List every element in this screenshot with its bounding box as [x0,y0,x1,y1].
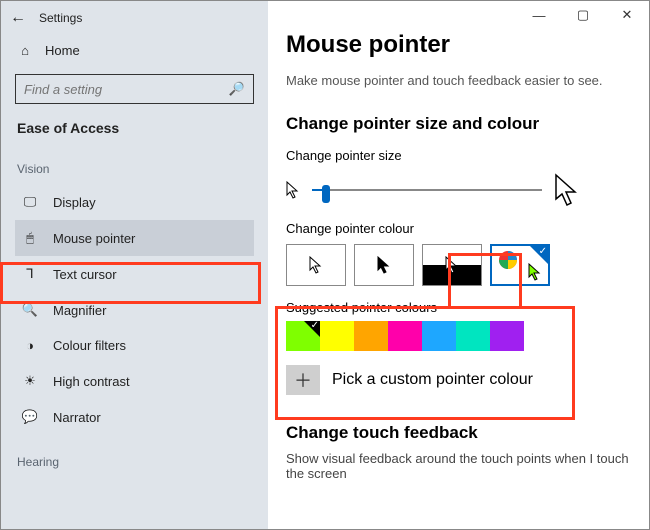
back-button[interactable]: ← [1,9,35,27]
touch-feedback-desc: Show visual feedback around the touch po… [286,451,631,481]
nav-display[interactable]: 🖵 Display [15,184,254,220]
search-box[interactable]: 🔎 [15,74,254,104]
app-title: Settings [39,11,82,25]
text-cursor-icon: Ꞁ [21,266,39,282]
mouse-pointer-icon: 🖱 [21,230,39,246]
nav-label: Colour filters [53,338,126,353]
section-touch-feedback: Change touch feedback [286,423,631,443]
narrator-icon: 💬 [21,409,39,425]
cursor-small-icon [286,181,300,199]
category-vision: Vision [17,162,254,176]
high-contrast-icon: ☀ [21,373,39,389]
colour-wheel-icon [498,250,522,274]
colour-filters-icon: ◑ [21,338,39,353]
suggested-colours [286,321,631,351]
nav-label: Magnifier [53,303,106,318]
nav-label: High contrast [53,374,130,389]
nav-label: Display [53,195,96,210]
nav-label: Mouse pointer [53,231,135,246]
pointer-colour-inverted[interactable] [422,244,482,286]
window-close[interactable]: ✕ [605,1,649,29]
label-pointer-size: Change pointer size [286,148,631,163]
nav-label: Text cursor [53,267,117,282]
page-subtitle: Make mouse pointer and touch feedback ea… [286,73,631,88]
page-title: Mouse pointer [286,31,631,59]
search-icon: 🔎 [229,81,245,97]
category-hearing: Hearing [17,455,254,469]
pointer-size-slider[interactable] [312,178,542,202]
nav-home[interactable]: ⌂ Home [15,35,254,66]
label-pointer-colour: Change pointer colour [286,221,631,236]
sidebar: ← Settings ⌂ Home 🔎 Ease of Access Visio… [1,1,268,529]
pointer-colour-custom[interactable] [490,244,550,286]
search-input[interactable] [24,82,204,97]
swatch-yellow[interactable] [320,321,354,351]
swatch-magenta[interactable] [388,321,422,351]
main-panel: — ▢ ✕ Mouse pointer Make mouse pointer a… [268,1,649,529]
home-icon: ⌂ [17,43,33,58]
swatch-lime[interactable] [286,321,320,351]
check-icon [530,246,548,264]
window-minimize[interactable]: — [517,1,561,29]
cursor-large-icon [554,173,580,207]
swatch-teal[interactable] [456,321,490,351]
custom-colour-label: Pick a custom pointer colour [332,371,533,389]
pointer-colour-white[interactable] [286,244,346,286]
nav-narrator[interactable]: 💬 Narrator [15,399,254,435]
add-custom-colour-button[interactable]: ＋ [286,365,320,395]
window-maximize[interactable]: ▢ [561,1,605,29]
pointer-colour-black[interactable] [354,244,414,286]
swatch-blue[interactable] [422,321,456,351]
nav-colour-filters[interactable]: ◑ Colour filters [15,328,254,363]
display-icon: 🖵 [21,194,39,210]
nav-high-contrast[interactable]: ☀ High contrast [15,363,254,399]
nav-label: Narrator [53,410,101,425]
label-suggested-colours: Suggested pointer colours [286,300,631,315]
nav-home-label: Home [45,43,80,58]
section-size-colour: Change pointer size and colour [286,114,631,134]
group-title: Ease of Access [17,120,254,136]
nav-text-cursor[interactable]: Ꞁ Text cursor [15,256,254,292]
nav-magnifier[interactable]: 🔍 Magnifier [15,292,254,328]
nav-mouse-pointer[interactable]: 🖱 Mouse pointer [15,220,254,256]
magnifier-icon: 🔍 [21,302,39,318]
swatch-purple[interactable] [490,321,524,351]
swatch-orange[interactable] [354,321,388,351]
